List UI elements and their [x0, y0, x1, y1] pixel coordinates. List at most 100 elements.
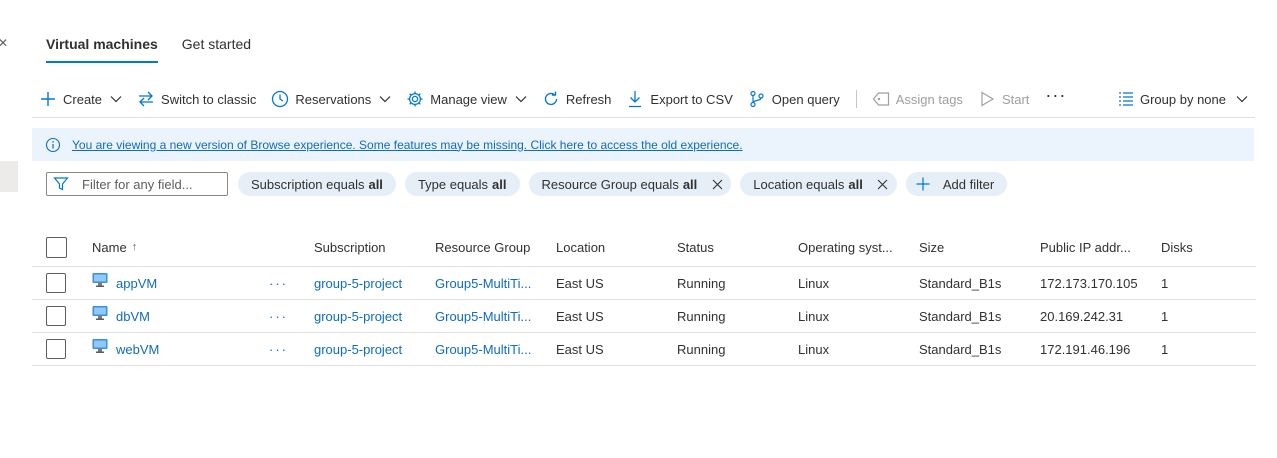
disks-cell: 1 — [1161, 275, 1169, 291]
filter-bar: Subscription equalsall Type equalsall Re… — [46, 172, 1016, 196]
status-cell: Running — [677, 341, 726, 357]
row-more-actions-button[interactable]: ··· — [269, 267, 288, 299]
info-banner: You are viewing a new version of Browse … — [32, 128, 1254, 161]
subscription-link[interactable]: group-5-project — [314, 267, 402, 299]
manage-view-label: Manage view — [430, 91, 507, 107]
size-cell: Standard_B1s — [919, 308, 1002, 324]
column-header-disks[interactable]: Disks — [1161, 228, 1193, 266]
filter-pill-location[interactable]: Location equals all — [740, 172, 897, 196]
chevron-down-icon — [110, 93, 122, 105]
switch-to-classic-button[interactable]: Switch to classic — [136, 86, 256, 112]
row-more-actions-button[interactable]: ··· — [269, 300, 288, 332]
row-more-actions-button[interactable]: ··· — [269, 333, 288, 365]
add-filter-label: Add filter — [942, 176, 995, 192]
filter-pill-value: all — [492, 176, 507, 192]
row-checkbox[interactable] — [46, 306, 66, 326]
gear-icon — [405, 89, 425, 109]
subscription-link[interactable]: group-5-project — [314, 333, 402, 365]
refresh-icon — [541, 89, 561, 109]
status-cell: Running — [677, 308, 726, 324]
status-cell: Running — [677, 275, 726, 291]
reservations-button[interactable]: Reservations — [270, 86, 391, 112]
column-header-status[interactable]: Status — [677, 228, 714, 266]
size-cell: Standard_B1s — [919, 275, 1002, 291]
size-cell: Standard_B1s — [919, 341, 1002, 357]
chevron-down-icon — [515, 93, 527, 105]
filter-input[interactable] — [82, 176, 222, 192]
filter-pill-type[interactable]: Type equals all — [404, 172, 520, 196]
chevron-down-icon — [379, 93, 391, 105]
column-header-location[interactable]: Location — [556, 228, 605, 266]
vm-name-cell: webVM — [92, 333, 159, 365]
vm-name-link[interactable]: appVM — [116, 276, 157, 291]
create-button[interactable]: Create — [38, 86, 122, 112]
os-cell: Linux — [798, 275, 830, 291]
query-graph-icon — [747, 89, 767, 109]
public-ip-cell: 172.173.170.105 — [1040, 275, 1138, 291]
tab-bar: Virtual machines Get started — [46, 36, 275, 63]
funnel-icon — [53, 176, 69, 192]
old-experience-link[interactable]: You are viewing a new version of Browse … — [72, 138, 743, 152]
toolbar-divider — [32, 117, 1255, 118]
collapse-close-icon[interactable]: ✕ — [0, 36, 8, 50]
disks-cell: 1 — [1161, 308, 1169, 324]
filter-pill-subscription[interactable]: Subscription equals all — [238, 172, 396, 196]
group-by-label: Group by none — [1139, 91, 1226, 107]
export-csv-button[interactable]: Export to CSV — [625, 86, 733, 112]
group-by-dropdown[interactable]: Group by none — [1116, 86, 1248, 112]
tag-icon — [871, 89, 891, 109]
switch-arrows-icon — [136, 89, 156, 109]
resource-group-link[interactable]: Group5-MultiTi... — [435, 267, 531, 299]
start-button[interactable]: Start — [977, 86, 1029, 112]
os-cell: Linux — [798, 341, 830, 357]
tab-get-started[interactable]: Get started — [182, 36, 251, 63]
table-row[interactable]: dbVM ··· group-5-project Group5-MultiTi.… — [32, 300, 1256, 333]
virtual-machine-icon — [92, 272, 108, 288]
clock-icon — [270, 89, 290, 109]
virtual-machine-icon — [92, 305, 108, 321]
assign-tags-button[interactable]: Assign tags — [871, 86, 963, 112]
row-select-cell — [46, 333, 66, 365]
open-query-button[interactable]: Open query — [747, 86, 840, 112]
filter-pill-value: all — [682, 176, 698, 192]
refresh-label: Refresh — [565, 91, 612, 107]
reservations-label: Reservations — [295, 91, 372, 107]
remove-filter-close-icon[interactable] — [711, 178, 723, 190]
select-all-checkbox[interactable] — [46, 236, 67, 258]
row-checkbox[interactable] — [46, 273, 66, 293]
subscription-link[interactable]: group-5-project — [314, 300, 402, 332]
column-header-resource-group[interactable]: Resource Group — [435, 228, 530, 266]
resource-group-link[interactable]: Group5-MultiTi... — [435, 333, 531, 365]
more-commands-button[interactable]: ··· — [1045, 86, 1066, 108]
os-cell: Linux — [798, 308, 830, 324]
refresh-button[interactable]: Refresh — [541, 86, 612, 112]
manage-view-button[interactable]: Manage view — [405, 86, 527, 112]
remove-filter-close-icon[interactable] — [877, 178, 889, 190]
filter-search-box[interactable] — [46, 172, 228, 196]
table-row[interactable]: webVM ··· group-5-project Group5-MultiTi… — [32, 333, 1256, 366]
tab-virtual-machines[interactable]: Virtual machines — [46, 36, 158, 63]
create-label: Create — [63, 91, 103, 107]
vm-name-cell: dbVM — [92, 300, 150, 332]
resource-group-link[interactable]: Group5-MultiTi... — [435, 300, 531, 332]
vm-name-link[interactable]: webVM — [116, 342, 159, 357]
row-select-cell — [46, 300, 66, 332]
column-header-os[interactable]: Operating syst... — [798, 228, 893, 266]
vm-table: Name ↑ Subscription Resource Group Locat… — [32, 228, 1256, 366]
vm-name-link[interactable]: dbVM — [116, 309, 150, 324]
disks-cell: 1 — [1161, 341, 1169, 357]
open-query-label: Open query — [771, 91, 840, 107]
column-header-public-ip[interactable]: Public IP addr... — [1040, 228, 1131, 266]
column-header-size[interactable]: Size — [919, 228, 944, 266]
filter-pill-resource-group[interactable]: Resource Group equals all — [528, 172, 732, 196]
add-filter-button[interactable]: Add filter — [905, 172, 1008, 196]
table-header-row: Name ↑ Subscription Resource Group Locat… — [32, 228, 1256, 267]
row-checkbox[interactable] — [46, 339, 66, 359]
table-row[interactable]: appVM ··· group-5-project Group5-MultiTi… — [32, 267, 1256, 300]
column-header-name[interactable]: Name ↑ — [92, 228, 137, 266]
location-cell: East US — [556, 341, 604, 357]
chevron-down-icon — [1236, 95, 1248, 103]
plus-icon — [916, 177, 930, 191]
column-header-subscription[interactable]: Subscription — [314, 228, 386, 266]
start-label: Start — [1001, 91, 1030, 107]
